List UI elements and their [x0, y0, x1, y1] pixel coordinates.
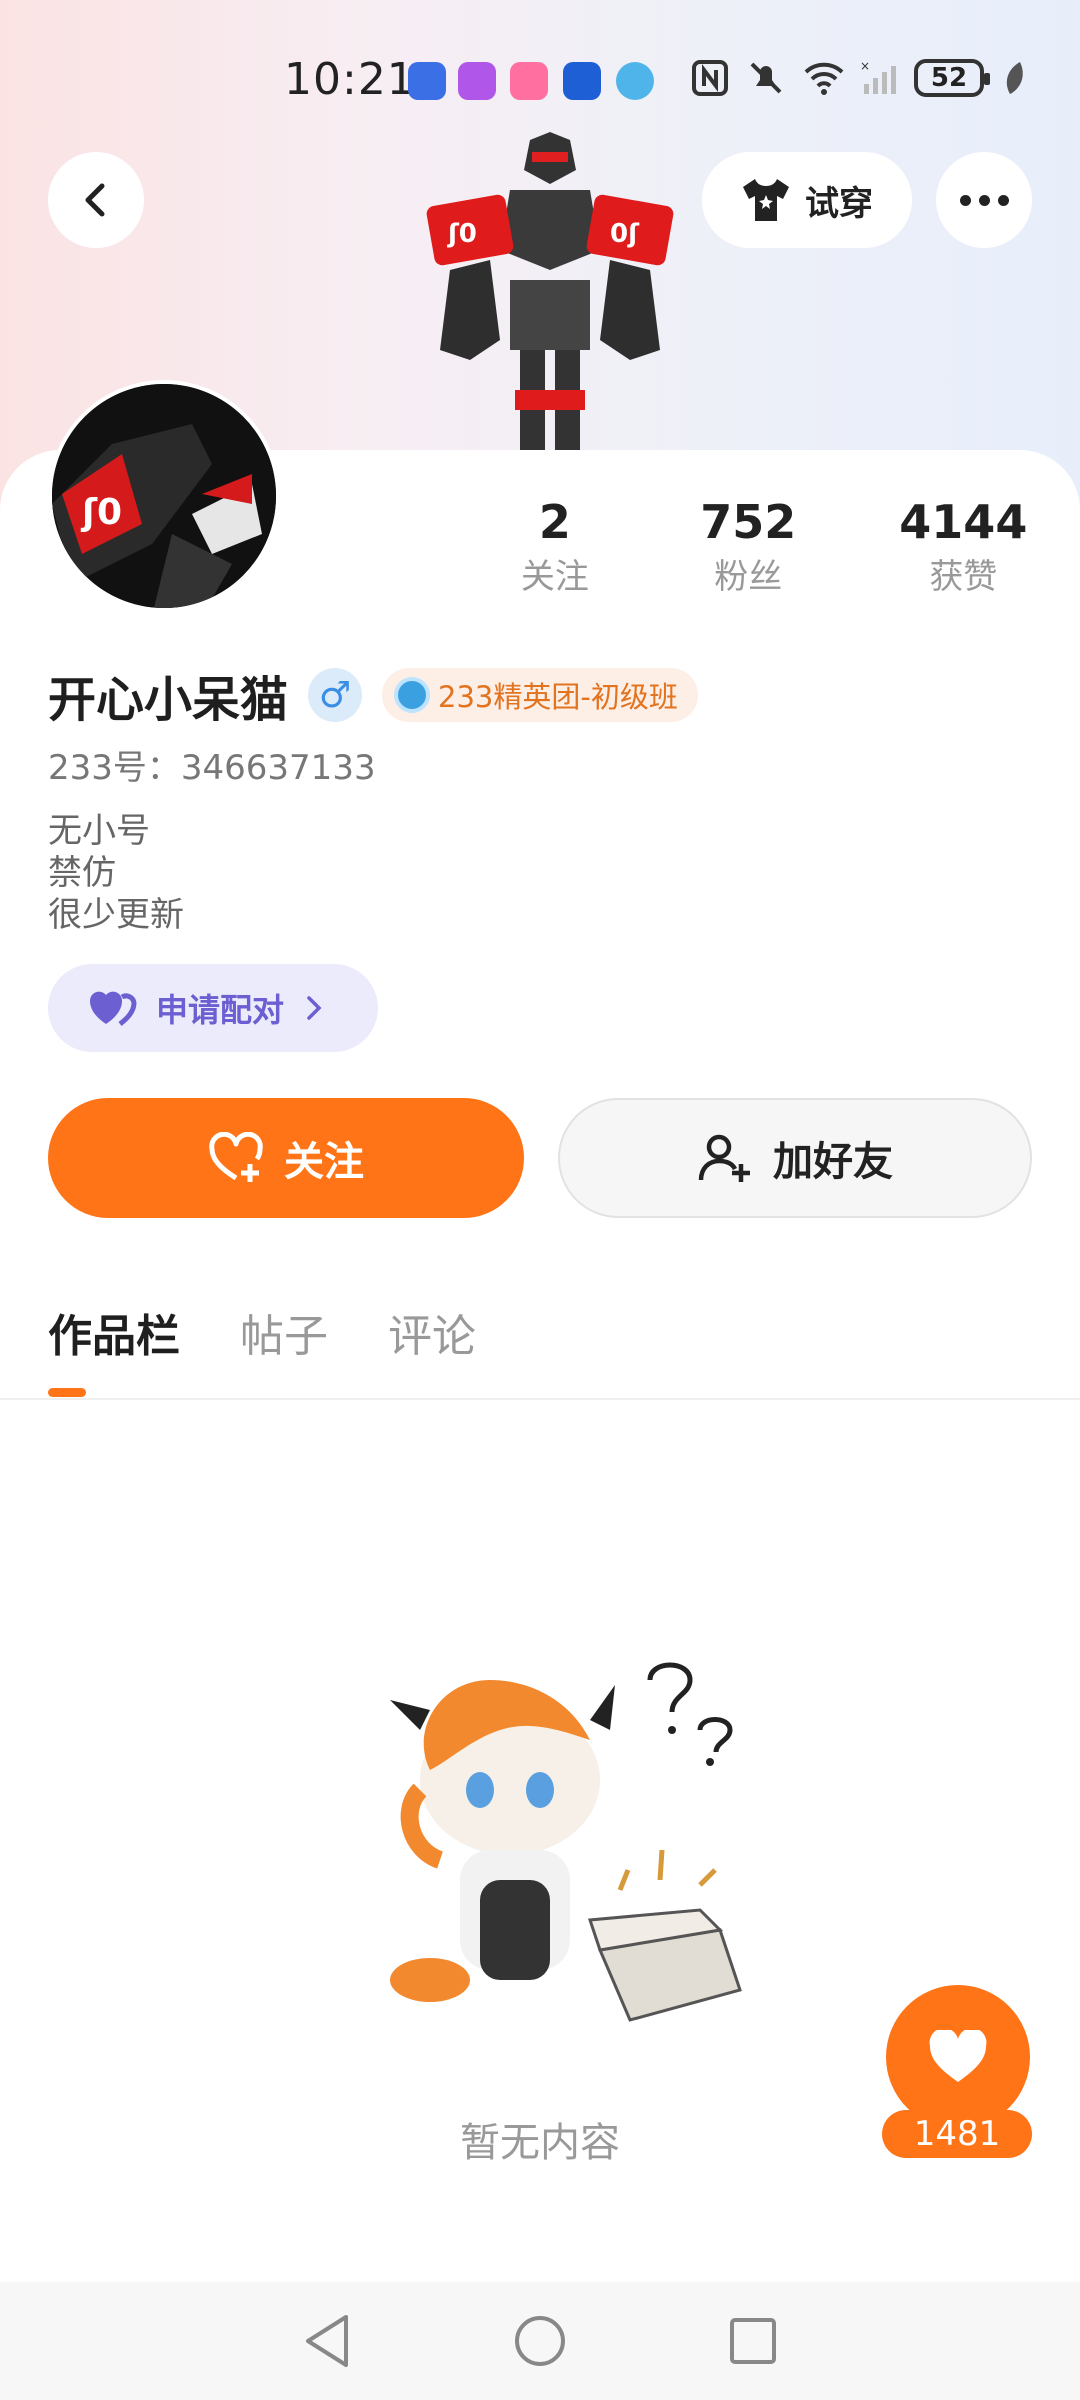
- nav-back-button[interactable]: [297, 2311, 357, 2371]
- stat-likes[interactable]: 4144 获赞: [867, 492, 1060, 602]
- status-icons: × 52: [690, 58, 1040, 98]
- avatar[interactable]: ʃ0: [48, 380, 280, 612]
- stat-label: 获赞: [929, 557, 998, 597]
- male-gender-icon: ♂: [308, 668, 363, 722]
- stat-value: 4144: [899, 495, 1028, 549]
- request-pair-button[interactable]: 申请配对: [48, 964, 378, 1052]
- tab-comments[interactable]: 评论: [388, 1300, 476, 1380]
- svg-text:ʃ0: ʃ0: [447, 219, 477, 249]
- game-app-icon: [510, 62, 548, 100]
- wifi-icon: [802, 58, 844, 98]
- tab-divider: [0, 1398, 1080, 1400]
- follow-label: 关注: [284, 1139, 364, 1185]
- add-user-icon: [698, 1134, 750, 1182]
- bio: 无小号 禁仿 很少更新: [48, 810, 184, 936]
- square-recents-icon: [730, 2318, 777, 2364]
- status-time: 10:21: [284, 54, 416, 105]
- avatar-character-figure: ʃ0 0ʃ: [410, 130, 690, 460]
- more-options-button[interactable]: [936, 152, 1032, 248]
- bio-line: 很少更新: [48, 895, 184, 935]
- add-friend-label: 加好友: [773, 1139, 893, 1185]
- level-medal-icon: [394, 677, 431, 713]
- system-nav-bar: [0, 2282, 1080, 2400]
- chevron-right-icon: [307, 996, 322, 1020]
- profile-tabs: 作品栏 帖子 评论: [48, 1300, 476, 1380]
- svg-text:ʃ0: ʃ0: [80, 492, 122, 533]
- shirt-icon: [743, 179, 789, 221]
- stat-following[interactable]: 2 关注: [480, 492, 630, 602]
- stat-label: 关注: [520, 557, 589, 597]
- back-button[interactable]: [48, 152, 144, 248]
- chevron-left-icon: [85, 183, 105, 217]
- bio-line: 禁仿: [48, 853, 116, 893]
- battery-icon: 52: [914, 59, 990, 97]
- stat-label: 粉丝: [714, 557, 783, 597]
- nav-recents-button[interactable]: [723, 2311, 783, 2371]
- tab-posts[interactable]: 帖子: [240, 1300, 328, 1380]
- more-dot: [959, 194, 971, 206]
- svg-text:×: ×: [860, 59, 870, 73]
- mute-icon: [746, 58, 786, 98]
- status-bar: 10:21 × 52: [0, 40, 1080, 120]
- heart-plus-icon: [209, 1132, 263, 1182]
- tab-works[interactable]: 作品栏: [48, 1300, 180, 1380]
- request-pair-label: 申请配对: [156, 991, 285, 1029]
- bulb-app-icon: [563, 62, 601, 100]
- nav-home-button[interactable]: [510, 2311, 570, 2371]
- stat-value: 2: [538, 495, 571, 549]
- follow-button[interactable]: 关注: [48, 1098, 524, 1218]
- svg-text:0ʃ: 0ʃ: [610, 219, 640, 249]
- bio-line: 无小号: [48, 811, 150, 851]
- stat-followers[interactable]: 752 粉丝: [630, 492, 867, 602]
- try-on-label: 试穿: [805, 183, 873, 224]
- like-count: 1481: [882, 2110, 1032, 2158]
- empty-state-illustration: [360, 1650, 780, 2050]
- user-id: 233号：346637133: [48, 748, 376, 788]
- browser-app-icon: [616, 62, 654, 100]
- heart-icon: [929, 2030, 987, 2082]
- music-app-icon: [458, 62, 496, 100]
- more-dot: [978, 194, 990, 206]
- leaf-icon: [1000, 58, 1040, 98]
- profile-stats: 2 关注 752 粉丝 4144 获赞: [480, 492, 1060, 602]
- more-dot: [997, 194, 1009, 206]
- username: 开心小呆猫: [48, 672, 289, 728]
- circle-home-icon: [514, 2316, 565, 2366]
- stat-value: 752: [700, 495, 797, 549]
- level-badge[interactable]: 233精英团-初级班: [382, 668, 698, 722]
- try-on-button[interactable]: 试穿: [702, 152, 912, 248]
- nfc-icon: [690, 58, 730, 98]
- like-button[interactable]: [886, 1985, 1030, 2129]
- triangle-back-icon: [305, 2315, 348, 2367]
- add-friend-button[interactable]: 加好友: [558, 1098, 1032, 1218]
- level-badge-label: 233精英团-初级班: [438, 680, 678, 714]
- active-tab-indicator: [48, 1388, 86, 1397]
- profile-page: 10:21 × 52 ʃ0 0ʃ 试穿 ʃ0 2 关注 752 粉丝 4144 …: [0, 0, 1080, 2400]
- clock-app-icon: [408, 62, 446, 100]
- name-row: 开心小呆猫 ♂ 233精英团-初级班: [48, 660, 698, 730]
- signal-icon: ×: [858, 58, 898, 98]
- double-heart-icon: [89, 991, 137, 1026]
